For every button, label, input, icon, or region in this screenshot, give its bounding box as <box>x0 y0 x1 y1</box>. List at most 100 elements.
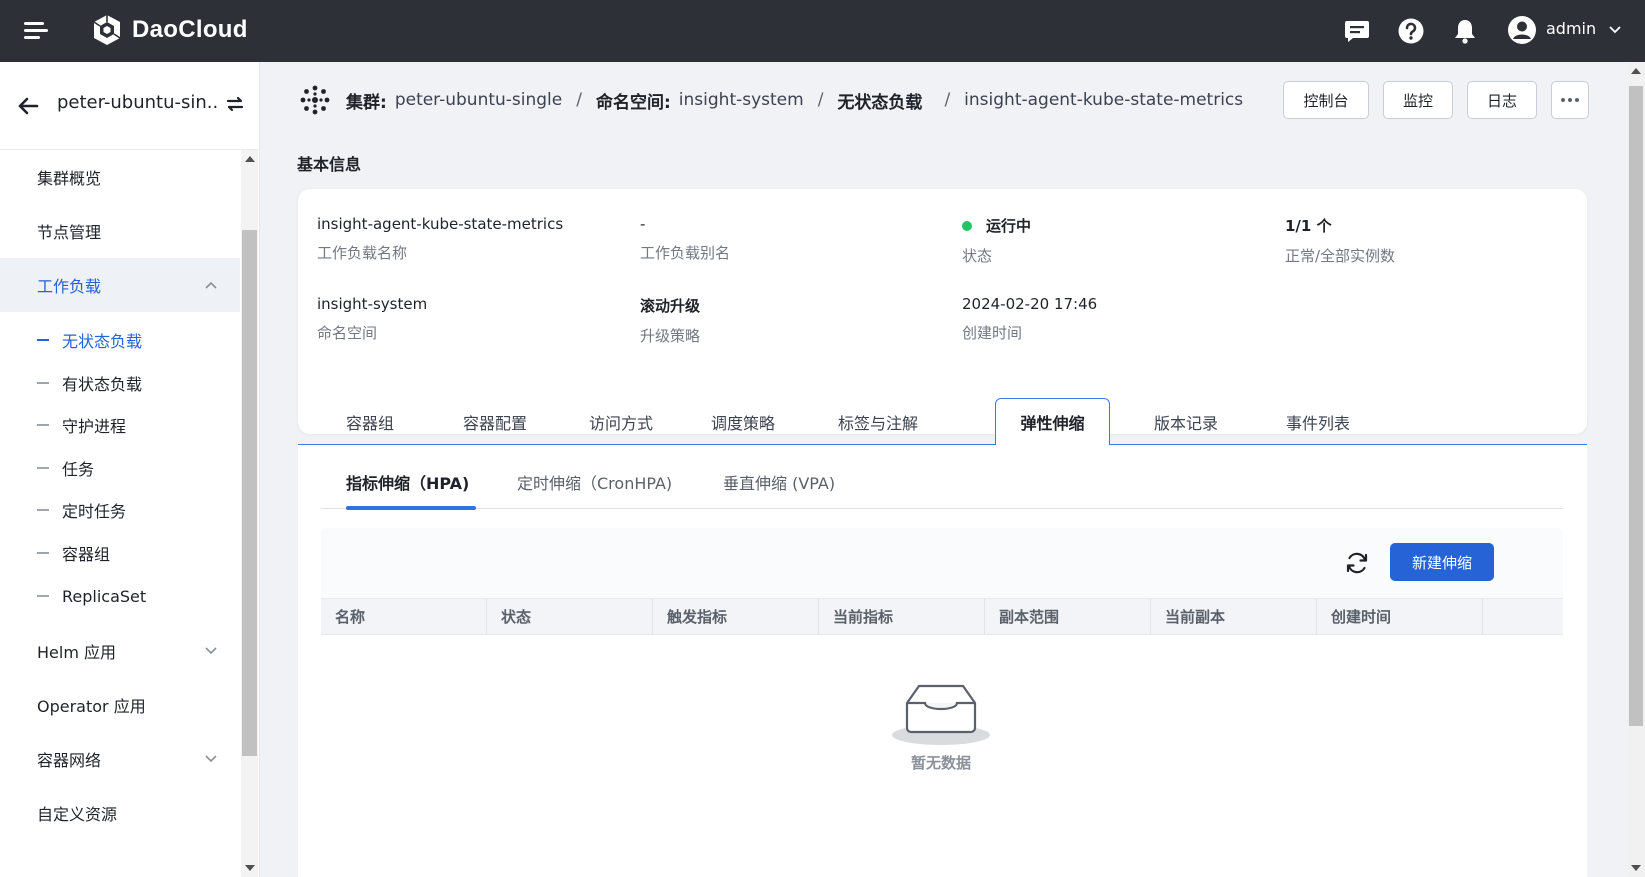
field-label: 工作负载名称 <box>317 244 408 262</box>
sidebar-scrollbar[interactable] <box>241 150 258 877</box>
breadcrumb-cluster[interactable]: peter-ubuntu-single <box>395 90 562 110</box>
tab-autoscaling[interactable]: 弹性伸缩 <box>995 398 1110 445</box>
submenu-label: 无状态负载 <box>62 332 143 351</box>
field-value: insight-system <box>317 295 428 313</box>
field-value: - <box>640 215 646 233</box>
sidebar-item-daemonsets[interactable]: 守护进程 <box>0 405 240 445</box>
field-label: 升级策略 <box>640 327 701 345</box>
sidebar-item-cluster-overview[interactable]: 集群概览 <box>0 150 240 204</box>
submenu-label: 定时任务 <box>62 502 127 521</box>
sidebar-item-operator-apps[interactable]: Operator 应用 <box>0 678 240 732</box>
status-dot <box>962 220 972 231</box>
tab-scheduling[interactable]: 调度策略 <box>688 398 798 445</box>
back-arrow-icon[interactable] <box>16 94 40 118</box>
switch-cluster-icon[interactable] <box>224 93 246 115</box>
sidebar-item-workloads[interactable]: 工作负载 <box>0 258 240 312</box>
console-button[interactable]: 控制台 <box>1283 81 1369 119</box>
breadcrumb-namespace-key: 命名空间: <box>595 92 671 113</box>
logo[interactable]: DaoCloud <box>90 13 248 47</box>
menu-icon[interactable] <box>24 22 48 40</box>
field-value: 滚动升级 <box>640 297 701 315</box>
daocloud-logo-icon <box>93 15 121 45</box>
sidebar-item-deployments[interactable]: 无状态负载 <box>0 320 240 360</box>
sidebar-item-replicasets[interactable]: ReplicaSet <box>0 576 240 616</box>
status-badge: 运行中 <box>986 217 1032 235</box>
cluster-icon <box>300 85 330 115</box>
refresh-icon[interactable] <box>1344 550 1370 576</box>
breadcrumb-namespace[interactable]: insight-system <box>679 90 804 110</box>
tab-access-methods[interactable]: 访问方式 <box>576 398 666 445</box>
submenu-label: ReplicaSet <box>62 586 147 606</box>
sidebar-item-container-network[interactable]: 容器网络 <box>0 732 240 786</box>
column-header[interactable]: 状态 <box>487 599 653 634</box>
new-hpa-button[interactable]: 新建伸缩 <box>1390 543 1494 581</box>
sidebar-menu: 集群概览 节点管理 工作负载 无状态负载 有状态负载 守护进程 任务 定时任务 … <box>0 150 240 877</box>
breadcrumb-workload-type[interactable]: 无状态负载 <box>837 88 922 113</box>
brand-name: DaoCloud <box>132 16 248 43</box>
sidebar-item-helm-apps[interactable]: Helm 应用 <box>0 624 240 678</box>
page-scrollbar[interactable] <box>1627 62 1645 877</box>
field-value: 2024-02-20 17:46 <box>962 295 1098 313</box>
user-avatar-icon[interactable] <box>1507 15 1537 45</box>
column-header[interactable]: 名称 <box>321 599 487 634</box>
column-header[interactable]: 当前副本 <box>1151 599 1317 634</box>
tab-container-config[interactable]: 容器配置 <box>440 398 550 445</box>
submenu-label: 守护进程 <box>62 417 127 436</box>
menu-label: Helm 应用 <box>37 643 116 662</box>
message-icon[interactable] <box>1343 17 1371 45</box>
subtab-hpa[interactable]: 指标伸缩（HPA) <box>346 470 469 494</box>
menu-label: 自定义资源 <box>37 805 118 824</box>
top-bar: DaoCloud admin <box>0 0 1645 62</box>
field-label: 命名空间 <box>317 324 378 342</box>
field-instance-count: 1/1 个 正常/全部实例数 <box>1285 215 1395 266</box>
field-label: 正常/全部实例数 <box>1285 247 1396 265</box>
chevron-down-icon <box>205 755 217 763</box>
sidebar-item-node-management[interactable]: 节点管理 <box>0 204 240 258</box>
chevron-down-icon[interactable] <box>1608 23 1622 37</box>
field-label: 工作负载别名 <box>640 244 731 262</box>
menu-label: 集群概览 <box>37 169 102 188</box>
page-scrollbar-thumb[interactable] <box>1629 86 1643 726</box>
sidebar-item-statefulsets[interactable]: 有状态负载 <box>0 363 240 403</box>
autoscaling-subtabs: 指标伸缩（HPA) 定时伸缩（CronHPA) 垂直伸缩 (VPA) <box>321 445 1563 510</box>
field-value: insight-agent-kube-state-metrics <box>317 215 564 233</box>
table-toolbar: 新建伸缩 <box>321 528 1563 598</box>
section-title: 基本信息 <box>297 155 362 174</box>
sidebar-item-cronjobs[interactable]: 定时任务 <box>0 490 240 530</box>
empty-state: 暂无数据 <box>891 678 991 773</box>
sidebar-item-pods[interactable]: 容器组 <box>0 533 240 573</box>
breadcrumb-separator: / <box>944 90 951 110</box>
tab-events[interactable]: 事件列表 <box>1258 398 1378 445</box>
main-content: 集群: peter-ubuntu-single / 命名空间: insight-… <box>260 62 1627 877</box>
sidebar-item-custom-resources[interactable]: 自定义资源 <box>0 786 240 840</box>
bell-icon[interactable] <box>1451 17 1479 45</box>
column-header[interactable]: 创建时间 <box>1317 599 1483 634</box>
tab-labels-annotations[interactable]: 标签与注解 <box>818 398 938 445</box>
menu-label: 工作负载 <box>37 277 102 296</box>
sidebar-scrollbar-thumb[interactable] <box>242 230 257 756</box>
field-value: 1/1 个 <box>1285 217 1332 235</box>
subtab-vpa[interactable]: 垂直伸缩 (VPA) <box>723 470 835 494</box>
monitor-button[interactable]: 监控 <box>1383 81 1453 119</box>
tab-pods[interactable]: 容器组 <box>328 398 412 445</box>
subtab-cronhpa[interactable]: 定时伸缩（CronHPA) <box>517 470 672 494</box>
logs-button[interactable]: 日志 <box>1467 81 1537 119</box>
empty-inbox-icon <box>892 684 990 745</box>
cluster-switcher: peter-ubuntu-sin... <box>0 62 260 150</box>
submenu-label: 容器组 <box>62 545 111 564</box>
sidebar-item-jobs[interactable]: 任务 <box>0 448 240 488</box>
chevron-down-icon <box>205 647 217 655</box>
column-header[interactable]: 触发指标 <box>653 599 819 634</box>
sidebar: peter-ubuntu-sin... 集群概览 节点管理 工作负载 无状态负载… <box>0 62 260 877</box>
user-name[interactable]: admin <box>1546 19 1596 38</box>
chevron-up-icon <box>205 281 217 289</box>
field-status: 运行中 状态 <box>962 215 1031 266</box>
column-header[interactable]: 当前指标 <box>819 599 985 634</box>
tab-revisions[interactable]: 版本记录 <box>1136 398 1236 445</box>
field-workload-name: insight-agent-kube-state-metrics 工作负载名称 <box>317 215 563 263</box>
submenu-label: 有状态负载 <box>62 375 143 394</box>
column-header[interactable]: 副本范围 <box>985 599 1151 634</box>
more-actions-button[interactable] <box>1551 81 1589 119</box>
help-icon[interactable] <box>1397 17 1425 45</box>
submenu-label: 任务 <box>62 460 95 479</box>
